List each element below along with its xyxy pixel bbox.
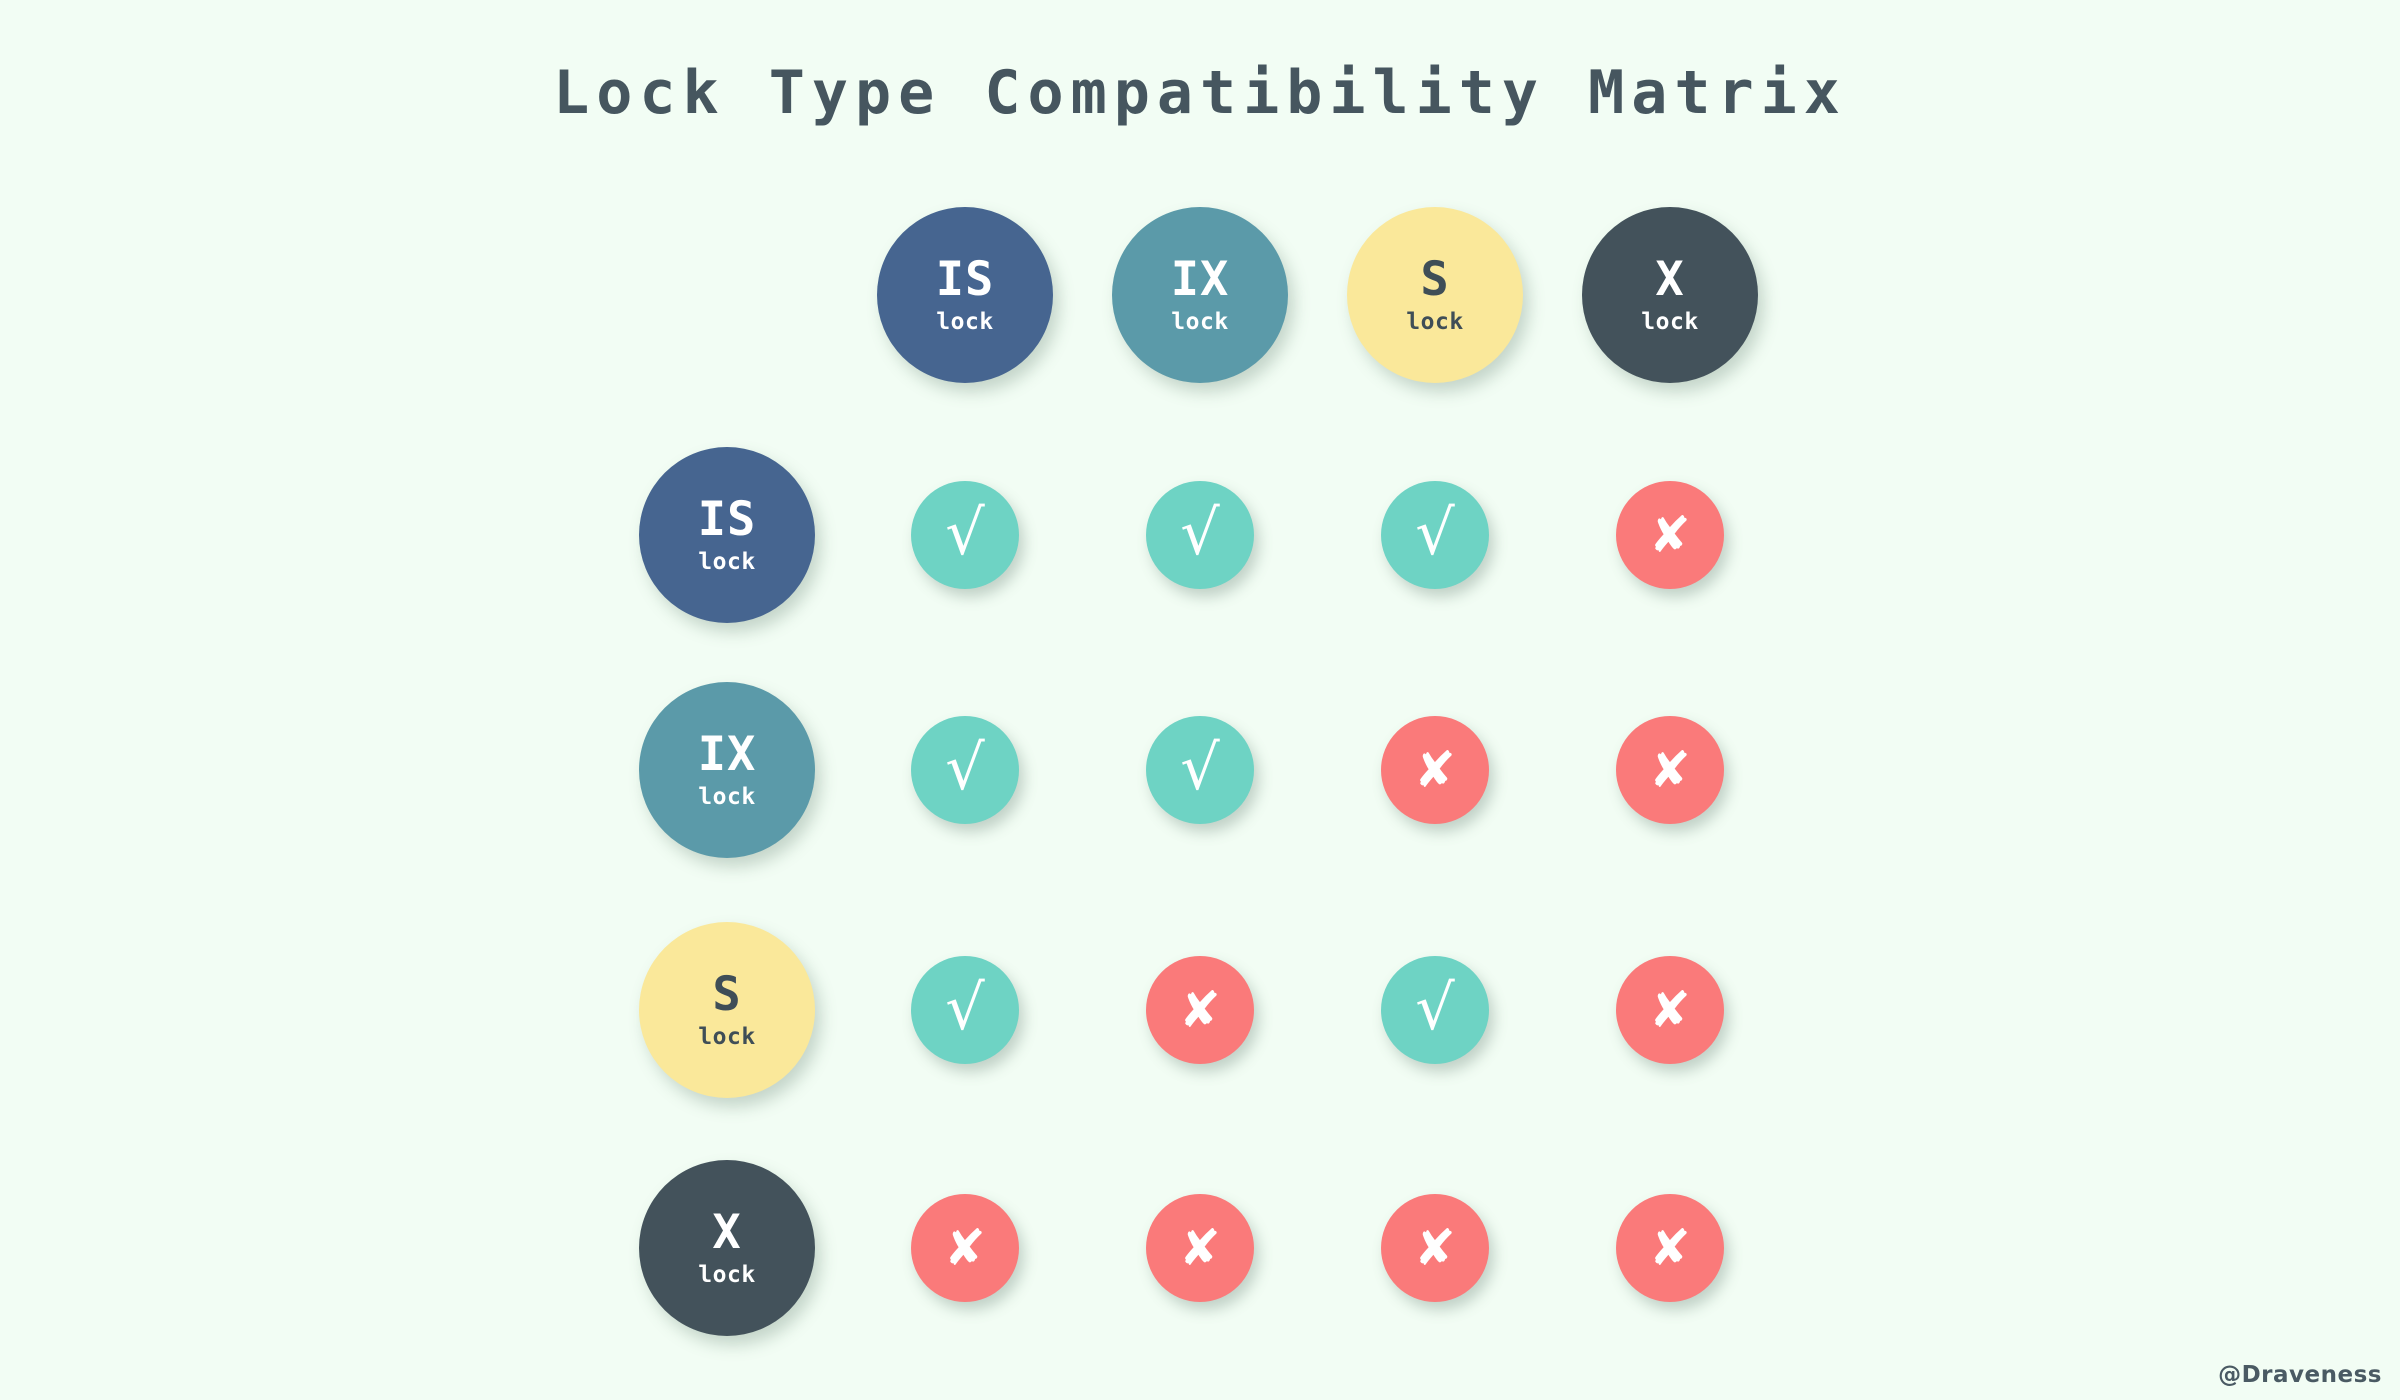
lock-sub-label: lock xyxy=(1171,309,1229,335)
matrix-cell-ix-ix-compatible: √ xyxy=(1146,716,1254,824)
matrix-cell-ix-is-compatible: √ xyxy=(911,716,1019,824)
lock-abbr-label: S xyxy=(712,967,742,1022)
check-icon: √ xyxy=(945,971,985,1044)
matrix-cell-ix-x-incompatible: ✘ xyxy=(1616,716,1724,824)
matrix-cell-is-ix-compatible: √ xyxy=(1146,481,1254,589)
lock-type-x-column-header: Xlock xyxy=(1582,207,1758,383)
check-icon: √ xyxy=(1415,496,1455,569)
cross-icon: ✘ xyxy=(1179,981,1221,1039)
lock-abbr-label: IX xyxy=(697,727,757,782)
lock-type-is-column-header: IS lock xyxy=(877,207,1053,383)
lock-abbr-label: IX xyxy=(1170,252,1230,307)
lock-abbr-label: X xyxy=(1655,252,1685,307)
lock-sub-label: lock xyxy=(1406,309,1464,335)
check-icon: √ xyxy=(1180,731,1220,804)
lock-sub-label: lock xyxy=(936,309,994,335)
lock-type-s-column-header: Slock xyxy=(1347,207,1523,383)
check-icon: √ xyxy=(945,731,985,804)
lock-abbr-label: IS xyxy=(935,252,995,307)
matrix-cell-ix-s-incompatible: ✘ xyxy=(1381,716,1489,824)
cross-icon: ✘ xyxy=(944,1219,986,1277)
lock-sub-label: lock xyxy=(1641,309,1699,335)
matrix-cell-is-s-compatible: √ xyxy=(1381,481,1489,589)
cross-icon: ✘ xyxy=(1649,741,1691,799)
matrix-cell-x-x-incompatible: ✘ xyxy=(1616,1194,1724,1302)
check-icon: √ xyxy=(1415,971,1455,1044)
matrix-cell-s-ix-incompatible: ✘ xyxy=(1146,956,1254,1064)
lock-type-ix-column-header: IX lock xyxy=(1112,207,1288,383)
matrix-cell-is-is-compatible: √ xyxy=(911,481,1019,589)
lock-sub-label: lock xyxy=(698,1024,756,1050)
lock-abbr-label: IS xyxy=(697,492,757,547)
cross-icon: ✘ xyxy=(1179,1219,1221,1277)
matrix-cell-s-s-compatible: √ xyxy=(1381,956,1489,1064)
lock-sub-label: lock xyxy=(698,784,756,810)
lock-abbr-label: S xyxy=(1420,252,1450,307)
lock-type-s-row-header: Slock xyxy=(639,922,815,1098)
check-icon: √ xyxy=(945,496,985,569)
matrix-cell-s-x-incompatible: ✘ xyxy=(1616,956,1724,1064)
matrix-cell-is-x-incompatible: ✘ xyxy=(1616,481,1724,589)
check-icon: √ xyxy=(1180,496,1220,569)
lock-type-is-row-header: IS lock xyxy=(639,447,815,623)
lock-type-x-row-header: Xlock xyxy=(639,1160,815,1336)
matrix-cell-x-s-incompatible: ✘ xyxy=(1381,1194,1489,1302)
cross-icon: ✘ xyxy=(1649,1219,1691,1277)
matrix-cell-s-is-compatible: √ xyxy=(911,956,1019,1064)
lock-type-ix-row-header: IX lock xyxy=(639,682,815,858)
cross-icon: ✘ xyxy=(1414,1219,1456,1277)
lock-abbr-label: X xyxy=(712,1205,742,1260)
lock-sub-label: lock xyxy=(698,1262,756,1288)
compatibility-matrix: IS lock IX lock Slock Xlock IS lock √ √ √ ✘ IX lock √ √… xyxy=(0,0,2400,1400)
cross-icon: ✘ xyxy=(1649,506,1691,564)
matrix-cell-x-is-incompatible: ✘ xyxy=(911,1194,1019,1302)
cross-icon: ✘ xyxy=(1414,741,1456,799)
watermark: @Draveness xyxy=(2218,1362,2382,1388)
lock-sub-label: lock xyxy=(698,549,756,575)
cross-icon: ✘ xyxy=(1649,981,1691,1039)
matrix-cell-x-ix-incompatible: ✘ xyxy=(1146,1194,1254,1302)
